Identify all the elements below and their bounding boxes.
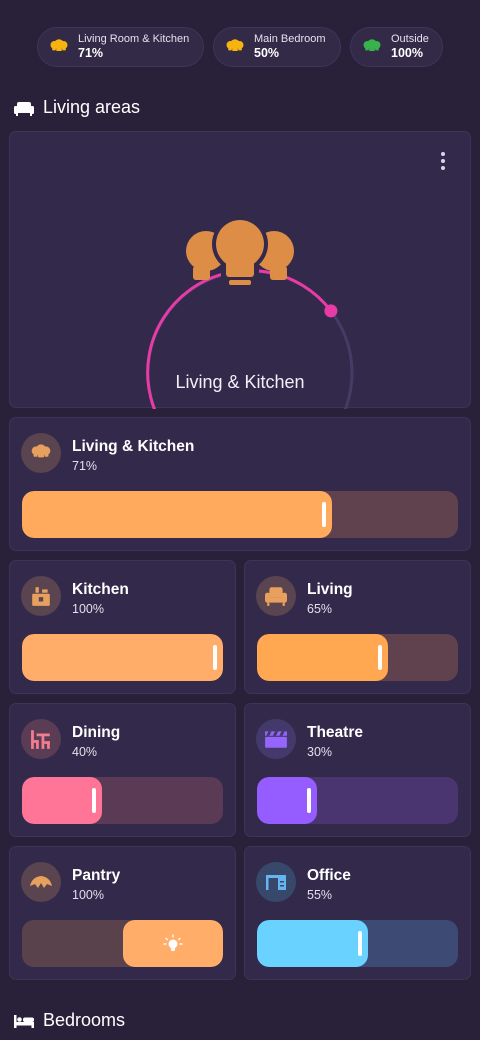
slider-fill: [22, 491, 332, 538]
chip-living-room-kitchen[interactable]: Living Room & Kitchen 71%: [37, 27, 204, 67]
armchair-icon: [265, 587, 287, 606]
tile-living[interactable]: Living 65%: [244, 560, 471, 694]
section-bedrooms: Bedrooms: [14, 1010, 125, 1031]
brightness-slider[interactable]: [22, 777, 223, 824]
slider-handle[interactable]: [378, 645, 382, 670]
tile-icon-badge[interactable]: [21, 433, 61, 473]
tile-name: Pantry: [72, 867, 121, 884]
bed-icon: [14, 1014, 34, 1028]
slider-handle[interactable]: [92, 788, 96, 813]
tile-value: 30%: [307, 745, 333, 759]
dining-table-icon: [31, 730, 50, 749]
tile-icon-badge[interactable]: [21, 719, 61, 759]
tile-name: Living & Kitchen: [72, 438, 195, 455]
tile-value: 100%: [72, 888, 104, 902]
brightness-slider[interactable]: [257, 777, 458, 824]
slider-fill: [22, 777, 102, 824]
lightbulb-group-icon: [186, 216, 294, 289]
brightness-slider[interactable]: [257, 920, 458, 967]
chip-name: Living Room & Kitchen: [78, 33, 190, 46]
brightness-dial[interactable]: [10, 132, 472, 409]
tile-icon-badge[interactable]: [256, 576, 296, 616]
tile-icon-badge[interactable]: [21, 862, 61, 902]
lightbulb-group-icon: [226, 39, 244, 51]
slider-fill: [257, 634, 388, 681]
tile-value: 71%: [72, 459, 98, 473]
hero-title: Living & Kitchen: [175, 372, 305, 392]
more-vertical-icon[interactable]: [440, 152, 446, 172]
slider-handle[interactable]: [307, 788, 311, 813]
croissant-icon: [30, 876, 52, 888]
chip-value: 50%: [254, 46, 280, 61]
tile-living-kitchen[interactable]: Living & Kitchen 71%: [9, 417, 471, 551]
tile-icon-badge[interactable]: [256, 719, 296, 759]
section-title: Bedrooms: [43, 1010, 126, 1030]
slider-handle[interactable]: [358, 931, 362, 956]
tile-value: 65%: [307, 602, 333, 616]
tile-value: 100%: [72, 602, 104, 616]
tile-icon-badge[interactable]: [21, 576, 61, 616]
tile-name: Office: [307, 867, 351, 884]
slider-handle[interactable]: [213, 645, 217, 670]
tile-office[interactable]: Office 55%: [244, 846, 471, 980]
lightbulb-group-icon: [363, 39, 381, 51]
brightness-slider[interactable]: [257, 634, 458, 681]
tile-dining[interactable]: Dining 40%: [9, 703, 236, 837]
lightbulb-on-icon: [163, 934, 183, 951]
sofa-icon: [14, 101, 34, 116]
tile-value: 40%: [72, 745, 98, 759]
tile-value: 55%: [307, 888, 333, 902]
tile-name: Kitchen: [72, 581, 129, 598]
tile-name: Dining: [72, 724, 121, 741]
hero-light-card[interactable]: Living & Kitchen: [9, 131, 472, 409]
lightbulb-group-icon: [50, 39, 68, 51]
brightness-slider[interactable]: [22, 634, 223, 681]
tile-icon-badge[interactable]: [256, 862, 296, 902]
tile-name: Living: [307, 581, 353, 598]
section-living-areas: Living areas: [14, 97, 140, 118]
tile-name: Theatre: [307, 724, 363, 741]
clapperboard-icon: [265, 731, 287, 748]
stove-icon: [32, 587, 50, 606]
lightbulb-group-icon: [31, 444, 51, 458]
area-summary-chips: Living Room & Kitchen 71% Main Bedroom 5…: [0, 27, 480, 67]
chip-main-bedroom[interactable]: Main Bedroom 50%: [213, 27, 341, 67]
chip-name: Outside: [391, 33, 429, 46]
dial-knob[interactable]: [324, 304, 338, 318]
slider-fill: [22, 634, 223, 681]
chip-name: Main Bedroom: [254, 33, 326, 46]
chip-value: 71%: [78, 46, 104, 61]
toggle-on-segment[interactable]: [123, 920, 223, 967]
slider-handle[interactable]: [322, 502, 326, 527]
brightness-slider[interactable]: [22, 491, 458, 538]
slider-fill: [257, 920, 368, 967]
light-toggle[interactable]: [22, 920, 223, 967]
desk-icon: [266, 875, 286, 890]
section-title: Living areas: [43, 97, 141, 117]
tile-pantry[interactable]: Pantry 100%: [9, 846, 236, 980]
tile-theatre[interactable]: Theatre 30%: [244, 703, 471, 837]
tile-kitchen[interactable]: Kitchen 100%: [9, 560, 236, 694]
chip-outside[interactable]: Outside 100%: [350, 27, 443, 67]
chip-value: 100%: [391, 46, 423, 61]
